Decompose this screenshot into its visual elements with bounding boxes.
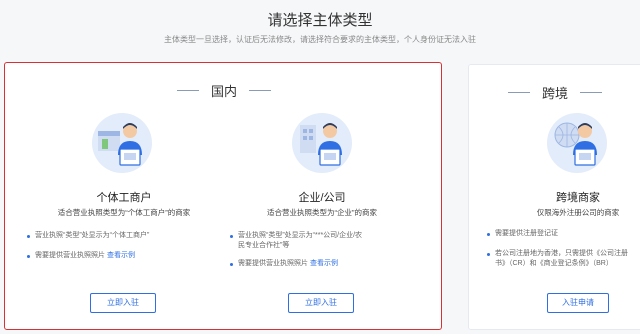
office-building-person-icon [290, 111, 354, 175]
domestic-section-label: 国内 [210, 84, 237, 99]
cross-border-section-label: 跨境 [541, 86, 568, 101]
company-example-link[interactable]: 查看示例 [310, 260, 338, 267]
company-bullet: 营业执照“类型”处显示为“***公司/企业/农 [230, 231, 430, 241]
individual-type-desc: 适合营业执照类型为“个体工商户”的商家 [57, 208, 191, 217]
divider [249, 90, 271, 91]
cross-border-bullet: 需要提供注册登记证 [487, 229, 640, 239]
globe-person-icon [545, 111, 609, 175]
divider [176, 90, 199, 91]
storefront-person-icon [90, 111, 154, 175]
company-type-title: 企业/公司 [298, 192, 346, 204]
cross-border-section-card: 跨境 跨境商家 仅限海外注册公司的商家 需要提供注册登记证 若公司注册地为香港，… [468, 64, 640, 330]
cross-border-section-header: 跨境 [469, 83, 640, 102]
domestic-section-card: 国内 个体工商户 适合营业执照类型为“个体工商户”的商家 营业执照“类型”处显示… [4, 62, 442, 330]
company-join-button[interactable]: 立即入驻 [288, 293, 354, 313]
divider [507, 92, 530, 93]
cross-border-type-title: 跨境商家 [556, 192, 600, 204]
individual-example-link[interactable]: 查看示例 [107, 252, 135, 259]
individual-bullet: 需要提供营业执照照片 查看示例 [27, 251, 217, 261]
cross-border-bullet-continued: 书》（CR）和《商业登记条例》（BR） [495, 260, 613, 267]
company-bullet: 需要提供营业执照照片 查看示例 [230, 259, 430, 269]
page-subtitle: 主体类型一旦选择，认证后无法修改，请选择符合要求的主体类型，个人身份证无法入驻 [164, 35, 476, 44]
divider [580, 92, 602, 93]
company-bullet-continued: 民专业合作社”等 [238, 242, 290, 249]
cross-border-apply-button[interactable]: 入驻申请 [547, 293, 609, 313]
individual-type-title: 个体工商户 [96, 192, 152, 204]
individual-join-button[interactable]: 立即入驻 [90, 293, 156, 313]
individual-bullet: 营业执照“类型”处显示为“个体工商户” [27, 231, 217, 241]
page-title: 请选择主体类型 [267, 12, 373, 29]
cross-border-type-desc: 仅限海外注册公司的商家 [536, 208, 620, 217]
domestic-section-header: 国内 [5, 81, 443, 100]
cross-border-bullet: 若公司注册地为香港，只需提供《公司注册 [487, 249, 640, 259]
company-type-desc: 适合营业执照类型为“企业”的商家 [267, 208, 377, 217]
